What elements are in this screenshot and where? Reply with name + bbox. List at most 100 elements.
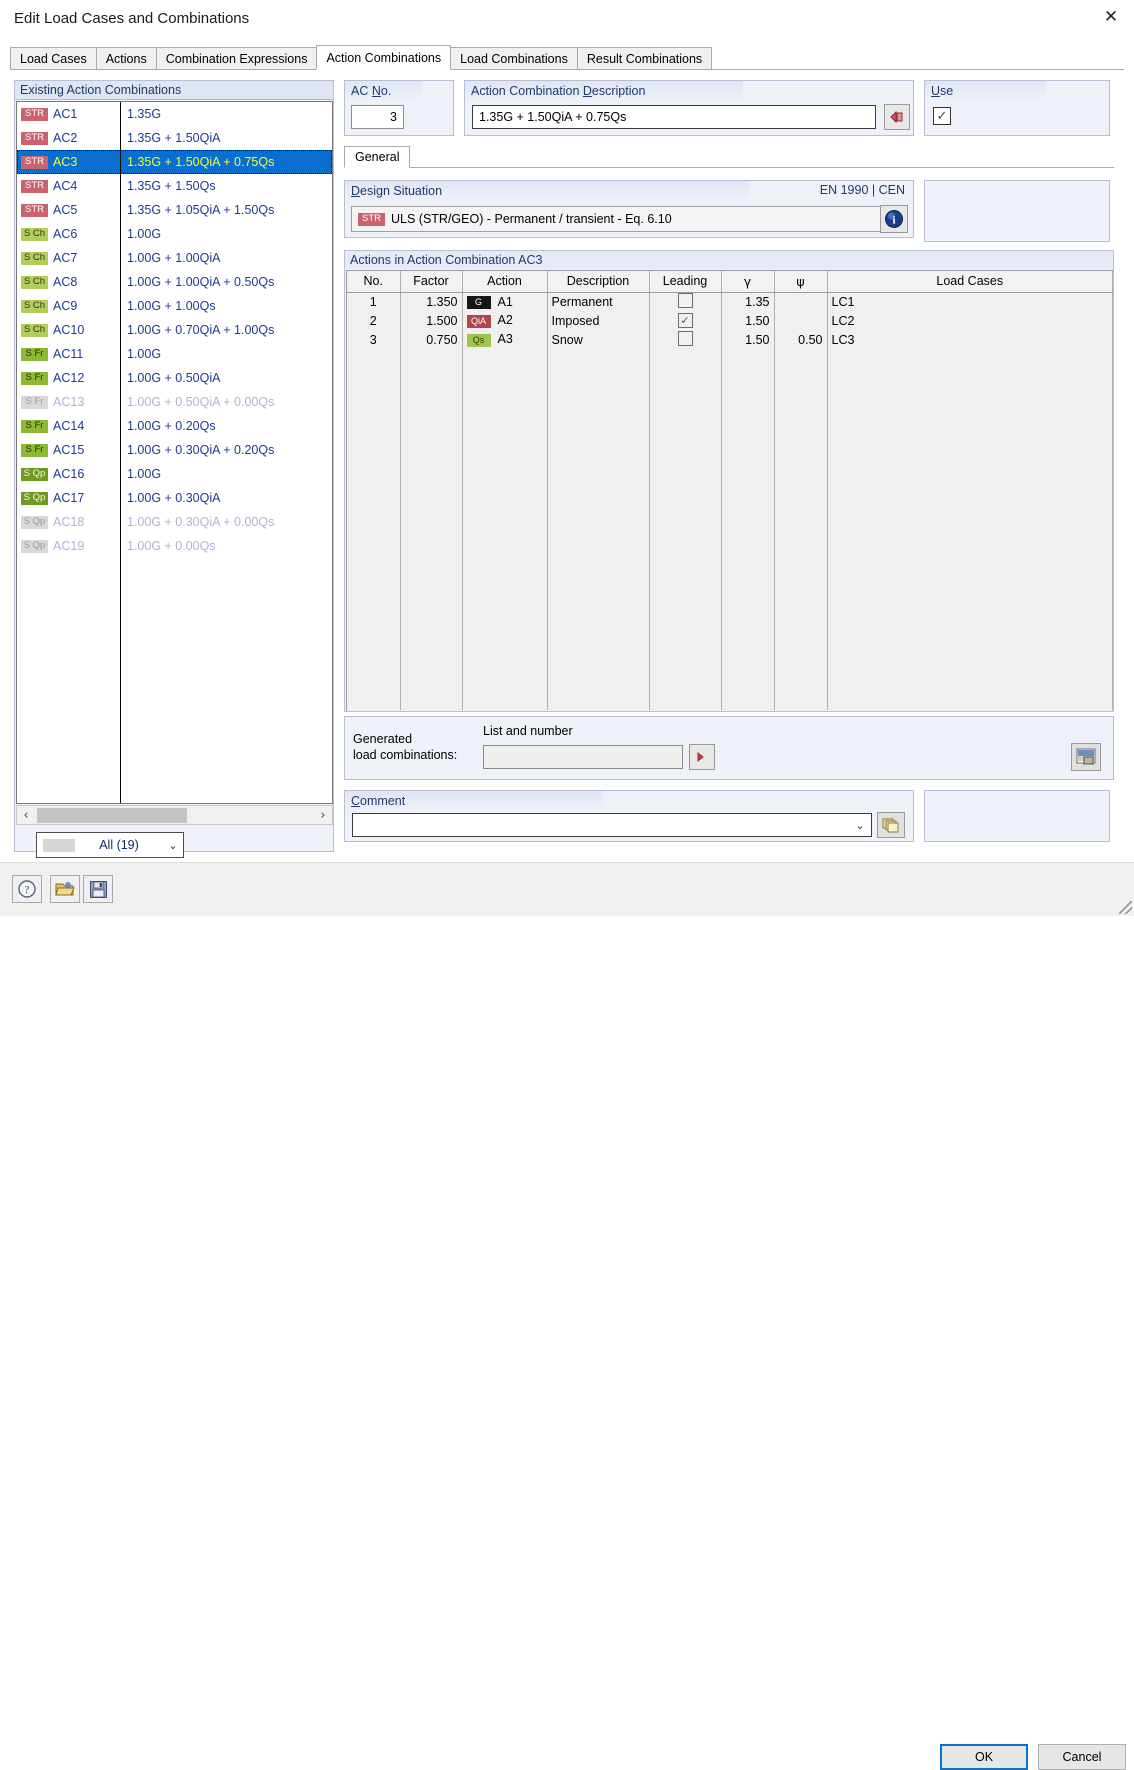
list-item-expression: 1.00G — [127, 347, 162, 361]
actions-table[interactable]: No. Factor Action Description Leading γ ψ Load … — [346, 270, 1113, 711]
list-item-name: AC10 — [53, 323, 85, 337]
list-item-name: AC13 — [53, 395, 85, 409]
list-item[interactable]: S Ch AC10 1.00G + 0.70QiA + 1.00Qs — [17, 318, 332, 342]
table-row-empty — [347, 425, 1113, 444]
resize-grip[interactable] — [1119, 901, 1132, 914]
table-row-empty — [347, 558, 1113, 577]
ok-button[interactable]: OK — [940, 1744, 1028, 1770]
table-row-empty — [347, 463, 1113, 482]
design-situation-field[interactable]: STR ULS (STR/GEO) - Permanent / transien… — [351, 206, 883, 232]
cell-empty — [462, 501, 548, 520]
list-item[interactable]: STR AC3 1.35G + 1.50QiA + 0.75Qs — [17, 150, 332, 174]
column-header[interactable]: Action — [462, 271, 548, 293]
column-header[interactable]: γ — [721, 271, 775, 293]
comment-input[interactable]: ⌄ — [352, 813, 872, 837]
cell-description: Snow — [547, 330, 650, 349]
save-icon[interactable] — [83, 875, 113, 903]
design-situation-badge: S Ch — [21, 275, 48, 289]
help-icon[interactable]: ? — [12, 875, 42, 903]
cell-empty — [547, 501, 650, 520]
chevron-down-icon[interactable]: ⌄ — [849, 819, 871, 832]
list-item[interactable]: STR AC5 1.35G + 1.05QiA + 1.50Qs — [17, 198, 332, 222]
column-header[interactable]: Leading — [649, 271, 722, 293]
red-right-arrow-icon[interactable] — [689, 744, 715, 770]
close-icon[interactable]: ✕ — [1088, 0, 1134, 34]
tab-result-combinations[interactable]: Result Combinations — [576, 47, 713, 69]
cell-empty — [347, 406, 401, 425]
cell-empty — [547, 577, 650, 596]
use-checkbox[interactable]: ✓ — [933, 107, 951, 125]
existing-action-combinations-panel: Existing Action Combinations STR AC1 1.35G… — [14, 80, 334, 858]
list-item[interactable]: STR AC1 1.35G — [17, 102, 332, 126]
column-header[interactable]: ψ — [774, 271, 828, 293]
generated-load-combinations-group: Generated load combinations: List and nu… — [344, 716, 1114, 780]
list-item[interactable]: S Fr AC15 1.00G + 0.30QiA + 0.20Qs — [17, 438, 332, 462]
list-item[interactable]: STR AC2 1.35G + 1.50QiA — [17, 126, 332, 150]
list-filter-dropdown[interactable]: All (19) ⌄ — [36, 832, 184, 858]
cell-empty — [721, 463, 775, 482]
column-header[interactable]: No. — [347, 271, 401, 293]
cell-empty — [649, 691, 722, 710]
tab-combination-expressions[interactable]: Combination Expressions — [155, 47, 318, 69]
cell-no: 2 — [347, 311, 401, 330]
open-folder-icon[interactable] — [50, 875, 80, 903]
list-item[interactable]: S Ch AC6 1.00G — [17, 222, 332, 246]
tab-load-combinations[interactable]: Load Combinations — [450, 47, 578, 69]
leading-checkbox[interactable] — [677, 330, 693, 346]
cell-empty — [462, 691, 548, 710]
design-situation-badge: S Ch — [21, 299, 48, 313]
list-item[interactable]: S Fr AC13 1.00G + 0.50QiA + 0.00Qs — [17, 390, 332, 414]
title-bar: Edit Load Cases and Combinations ✕ — [0, 0, 1134, 38]
description-input[interactable]: 1.35G + 1.50QiA + 0.75Qs — [472, 105, 876, 129]
list-item[interactable]: S Fr AC14 1.00G + 0.20Qs — [17, 414, 332, 438]
column-header[interactable]: Load Cases — [827, 271, 1113, 293]
list-item[interactable]: S Fr AC11 1.00G — [17, 342, 332, 366]
tab-load-cases[interactable]: Load Cases — [10, 47, 97, 69]
list-item[interactable]: S Fr AC12 1.00G + 0.50QiA — [17, 366, 332, 390]
red-left-arrow-icon[interactable] — [884, 104, 910, 130]
cell-empty — [827, 368, 1113, 387]
general-tab-strip: General — [344, 146, 1114, 168]
action-combinations-list[interactable]: STR AC1 1.35G STR AC2 1.35G + 1.50QiA STR AC3 1.… — [16, 101, 333, 804]
picture-icon[interactable] — [1071, 743, 1101, 771]
cell-empty — [347, 349, 401, 368]
list-item[interactable]: S Ch AC7 1.00G + 1.00QiA — [17, 246, 332, 270]
column-header[interactable]: Description — [547, 271, 650, 293]
scrollbar-thumb[interactable] — [37, 808, 187, 823]
action-badge: QiA — [466, 314, 491, 328]
column-header[interactable]: Factor — [400, 271, 463, 293]
list-item[interactable]: S Qp AC18 1.00G + 0.30QiA + 0.00Qs — [17, 510, 332, 534]
list-item[interactable]: S Qp AC19 1.00G + 0.00Qs — [17, 534, 332, 558]
table-row[interactable]: 2 1.500 QiA A2 Imposed ✓ 1.50 LC2 — [347, 311, 1113, 330]
table-row[interactable]: 1 1.350 G A1 Permanent 1.35 LC1 — [347, 292, 1113, 311]
cell-psi — [774, 311, 828, 330]
actions-table-title: Actions in Action Combination AC3 — [345, 251, 1113, 269]
cell-leading — [649, 330, 722, 349]
design-situation-group: Design Situation EN 1990 | CEN STR ULS (… — [344, 180, 914, 238]
leading-checkbox[interactable]: ✓ — [677, 313, 693, 328]
copy-icon[interactable] — [877, 812, 905, 838]
list-item[interactable]: S Ch AC9 1.00G + 1.00Qs — [17, 294, 332, 318]
list-item[interactable]: S Ch AC8 1.00G + 1.00QiA + 0.50Qs — [17, 270, 332, 294]
table-row[interactable]: 3 0.750 Qs A3 Snow 1.50 0.50 LC3 — [347, 330, 1113, 349]
cell-empty — [721, 653, 775, 672]
chevron-right-icon[interactable]: › — [314, 806, 332, 824]
table-row-empty — [347, 387, 1113, 406]
list-item-name: AC1 — [53, 107, 78, 121]
info-icon[interactable]: i — [880, 205, 908, 233]
list-item[interactable]: STR AC4 1.35G + 1.50Qs — [17, 174, 332, 198]
cell-empty — [547, 368, 650, 387]
chevron-left-icon[interactable]: ‹ — [17, 806, 35, 824]
list-item-name: AC9 — [53, 299, 78, 313]
tab-actions[interactable]: Actions — [95, 47, 157, 69]
tab-action-combinations[interactable]: Action Combinations — [316, 45, 452, 70]
cancel-button[interactable]: Cancel — [1038, 1744, 1126, 1770]
list-item[interactable]: S Qp AC16 1.00G — [17, 462, 332, 486]
cell-empty — [649, 501, 722, 520]
list-and-number-input[interactable] — [483, 745, 683, 769]
ac-no-input[interactable]: 3 — [351, 105, 404, 129]
leading-checkbox[interactable] — [677, 292, 693, 308]
list-item[interactable]: S Qp AC17 1.00G + 0.30QiA — [17, 486, 332, 510]
list-horizontal-scrollbar[interactable]: ‹ › — [16, 805, 333, 825]
tab-general[interactable]: General — [344, 146, 411, 168]
